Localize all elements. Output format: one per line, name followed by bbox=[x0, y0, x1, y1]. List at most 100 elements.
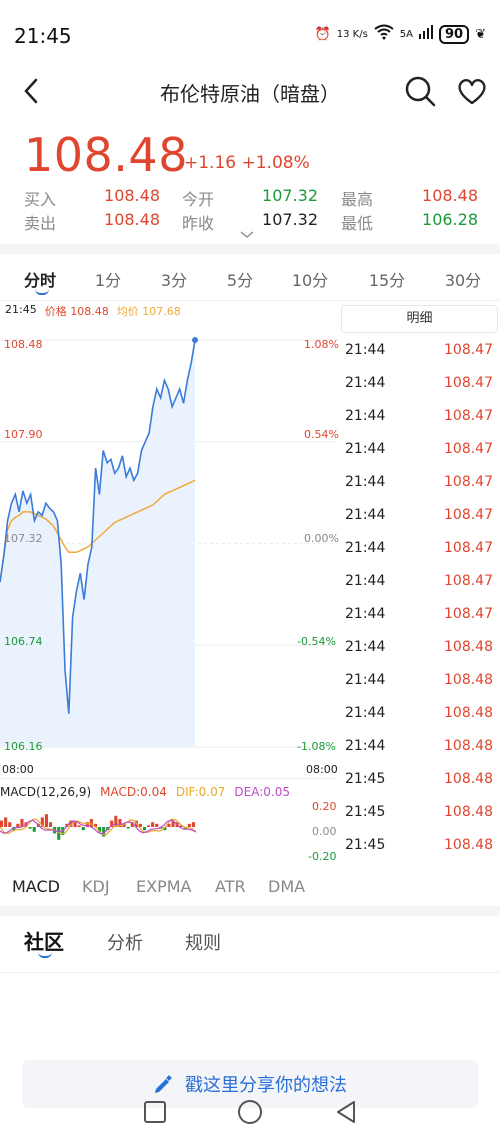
period-tab[interactable]: 10分 bbox=[280, 267, 340, 291]
period-tab[interactable]: 5分 bbox=[210, 267, 270, 291]
trade-row: 21:44 108.47 bbox=[345, 507, 493, 540]
macd-bar bbox=[49, 822, 53, 827]
trade-price: 108.47 bbox=[444, 507, 493, 523]
macd-bar bbox=[0, 820, 4, 827]
signal-label: 5A bbox=[399, 28, 413, 40]
trade-time: 21:44 bbox=[345, 738, 386, 754]
macd-value: MACD:0.04 bbox=[100, 785, 167, 799]
trade-row: 21:45 108.48 bbox=[345, 771, 493, 804]
alarm-icon: ⏰ bbox=[314, 26, 331, 42]
open-label: 今开 bbox=[182, 190, 215, 209]
trade-price: 108.47 bbox=[444, 606, 493, 622]
leaf-icon: ❦ bbox=[475, 26, 486, 42]
period-tab[interactable]: 分时 bbox=[10, 267, 70, 291]
recent-apps-button[interactable] bbox=[141, 1098, 169, 1126]
ask-value: 108.48 bbox=[104, 210, 160, 229]
macd-info: MACD(12,26,9) MACD:0.04 DIF:0.07 DEA:0.0… bbox=[0, 785, 290, 799]
prev-close-label: 昨收 bbox=[182, 214, 215, 233]
x-start-label: 08:00 bbox=[2, 763, 34, 776]
macd-bar bbox=[32, 827, 36, 832]
trade-price: 108.47 bbox=[444, 408, 493, 424]
status-time: 21:45 bbox=[14, 24, 72, 48]
section-tab[interactable]: 分析 bbox=[107, 929, 143, 955]
dif-value: DIF:0.07 bbox=[175, 785, 226, 799]
heart-icon bbox=[458, 79, 486, 105]
chart-avg: 均价 107.68 bbox=[116, 305, 181, 318]
battery-indicator: 90 bbox=[439, 24, 470, 44]
macd-divider bbox=[0, 778, 338, 779]
trade-time: 21:44 bbox=[345, 573, 386, 589]
open-value: 107.32 bbox=[262, 186, 318, 205]
home-button[interactable] bbox=[236, 1098, 264, 1126]
trade-time: 21:44 bbox=[345, 606, 386, 622]
favorite-button[interactable] bbox=[455, 74, 489, 108]
indicator-tab[interactable]: MACD bbox=[12, 877, 60, 896]
trade-row: 21:44 108.48 bbox=[345, 705, 493, 738]
chart-time: 21:45 bbox=[5, 303, 37, 316]
trade-price: 108.48 bbox=[444, 837, 493, 853]
high-value: 108.48 bbox=[422, 186, 478, 205]
trade-price: 108.48 bbox=[444, 804, 493, 820]
period-tab[interactable]: 30分 bbox=[433, 267, 493, 291]
expand-chevron-icon[interactable] bbox=[240, 228, 254, 242]
trade-time: 21:44 bbox=[345, 441, 386, 457]
macd-axis-label: 0.00 bbox=[312, 825, 337, 838]
signal-icon bbox=[419, 25, 433, 43]
trade-price: 108.47 bbox=[444, 441, 493, 457]
trade-price: 108.48 bbox=[444, 738, 493, 754]
section-tab[interactable]: 社区 bbox=[24, 926, 64, 955]
macd-bar bbox=[44, 814, 48, 827]
ask-label: 卖出 bbox=[24, 214, 57, 233]
trade-price: 108.48 bbox=[444, 771, 493, 787]
macd-bar bbox=[147, 825, 151, 827]
trade-time: 21:44 bbox=[345, 672, 386, 688]
y-left-label: 108.48 bbox=[4, 338, 43, 351]
trade-price: 108.48 bbox=[444, 672, 493, 688]
period-tab[interactable]: 15分 bbox=[357, 267, 417, 291]
search-icon bbox=[405, 76, 436, 107]
active-section-indicator bbox=[38, 952, 52, 958]
trade-price: 108.47 bbox=[444, 573, 493, 589]
section-divider bbox=[0, 244, 500, 254]
trade-time: 21:44 bbox=[345, 342, 386, 358]
section-tabs-divider bbox=[0, 972, 500, 973]
macd-label: MACD(12,26,9) bbox=[0, 785, 92, 799]
trade-time: 21:44 bbox=[345, 705, 386, 721]
circle-icon bbox=[238, 1100, 262, 1124]
indicator-tab[interactable]: ATR bbox=[215, 877, 246, 896]
y-left-label: 106.74 bbox=[4, 635, 43, 648]
detail-tab[interactable]: 明细 bbox=[341, 305, 498, 333]
search-button[interactable] bbox=[403, 74, 437, 108]
y-right-label: 1.08% bbox=[304, 338, 339, 351]
share-placeholder: 戳这里分享你的想法 bbox=[185, 1075, 347, 1096]
trade-row: 21:44 108.47 bbox=[345, 540, 493, 573]
trade-price: 108.47 bbox=[444, 540, 493, 556]
trade-row: 21:44 108.47 bbox=[345, 342, 493, 375]
trade-row: 21:45 108.48 bbox=[345, 837, 493, 870]
trade-price: 108.47 bbox=[444, 375, 493, 391]
indicator-tab[interactable]: DMA bbox=[268, 877, 305, 896]
trade-row: 21:44 108.48 bbox=[345, 639, 493, 672]
trade-price: 108.48 bbox=[444, 639, 493, 655]
trade-price: 108.47 bbox=[444, 342, 493, 358]
macd-bar bbox=[28, 827, 32, 829]
trade-time: 21:44 bbox=[345, 474, 386, 490]
macd-axis-label: 0.20 bbox=[312, 800, 337, 813]
trade-time: 21:45 bbox=[345, 804, 386, 820]
trade-row: 21:44 108.47 bbox=[345, 375, 493, 408]
current-price: 108.48 bbox=[24, 128, 188, 182]
trade-row: 21:44 108.47 bbox=[345, 606, 493, 639]
triangle-back-icon bbox=[337, 1101, 355, 1123]
period-tab[interactable]: 1分 bbox=[78, 267, 138, 291]
macd-chart bbox=[0, 814, 197, 840]
trade-price: 108.47 bbox=[444, 474, 493, 490]
period-tab[interactable]: 3分 bbox=[144, 267, 204, 291]
back-nav-button[interactable] bbox=[332, 1098, 360, 1126]
wifi-icon bbox=[374, 24, 394, 44]
indicator-tab[interactable]: KDJ bbox=[82, 877, 110, 896]
bid-value: 108.48 bbox=[104, 186, 160, 205]
trade-time: 21:44 bbox=[345, 375, 386, 391]
price-chart[interactable] bbox=[0, 330, 340, 760]
indicator-tab[interactable]: EXPMA bbox=[136, 877, 191, 896]
section-tab[interactable]: 规则 bbox=[185, 929, 221, 955]
